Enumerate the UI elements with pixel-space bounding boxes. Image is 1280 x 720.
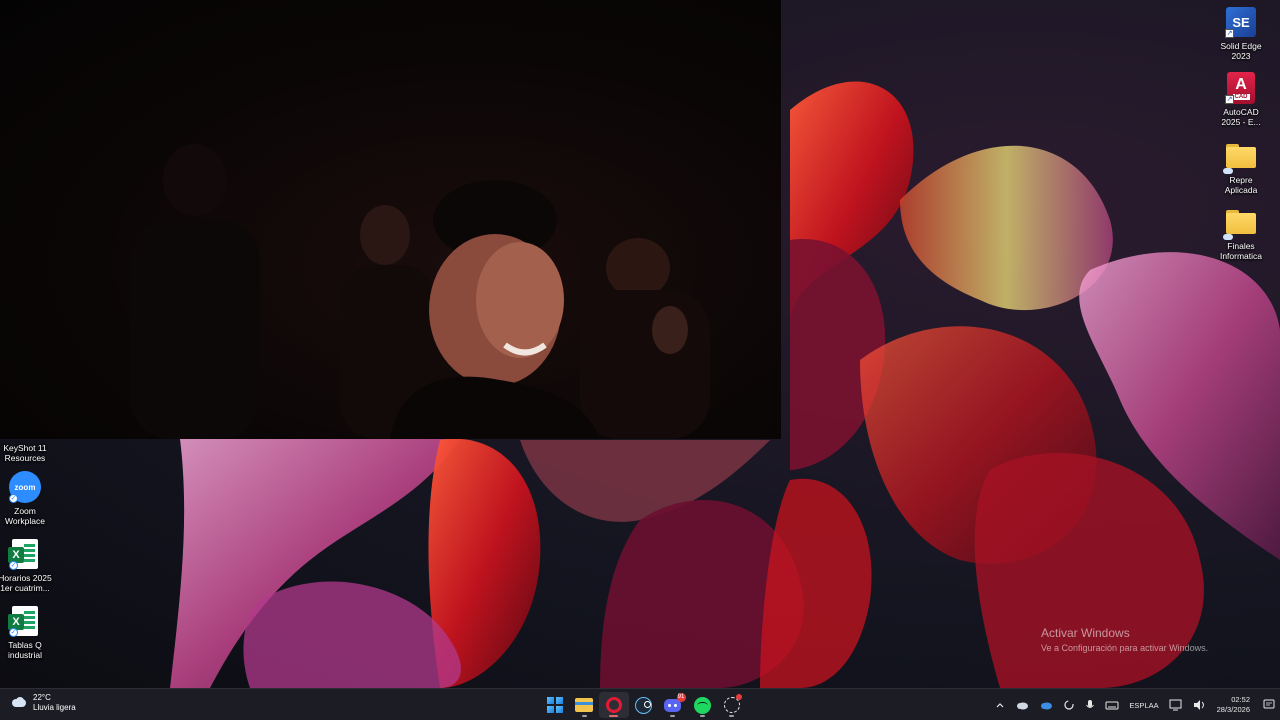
shortcut-arrow-icon: ↗ bbox=[1225, 29, 1234, 38]
webcam-scene bbox=[130, 144, 710, 439]
folder-icon bbox=[1223, 140, 1257, 174]
excel-icon: X ✓ bbox=[8, 605, 41, 637]
sync-icon bbox=[1064, 700, 1075, 710]
chevron-up-icon bbox=[996, 703, 1004, 708]
tray-microphone[interactable] bbox=[1080, 689, 1100, 720]
file-explorer-icon bbox=[575, 698, 594, 712]
tray-sync[interactable] bbox=[1058, 689, 1080, 720]
shortcut-arrow-icon: ↗ bbox=[1225, 95, 1234, 104]
desktop-icon-finales-informatica[interactable]: Finales Informatica bbox=[1210, 206, 1272, 261]
weather-widget[interactable]: 22°C Lluvia ligera bbox=[10, 693, 76, 713]
volume-icon bbox=[1193, 700, 1204, 710]
desktop-icon-label: KeyShot 11 Resources bbox=[3, 443, 47, 463]
activate-windows-watermark: Activar Windows Ve a Configuración para … bbox=[1041, 626, 1208, 653]
taskbar-opera[interactable] bbox=[599, 692, 629, 718]
tray-network[interactable] bbox=[1164, 689, 1188, 720]
weather-description: Lluvia ligera bbox=[33, 703, 76, 712]
clock-time: 02:52 bbox=[1231, 695, 1250, 704]
cloud-icon bbox=[1041, 702, 1053, 710]
taskbar-spotify[interactable] bbox=[688, 692, 718, 718]
excel-icon: X ✓ bbox=[8, 538, 41, 570]
webcam-video-overlay bbox=[0, 0, 781, 439]
taskbar-file-explorer[interactable] bbox=[570, 692, 600, 718]
notification-dot bbox=[735, 694, 742, 700]
clock-date: 28/3/2026 bbox=[1216, 705, 1250, 714]
solid-edge-icon: SE ↗ bbox=[1225, 6, 1257, 38]
desktop-icon-repre-aplicada[interactable]: Repre Aplicada bbox=[1210, 140, 1272, 195]
desktop-icon-horarios[interactable]: X ✓ Horarios 2025 1er cuatrim... bbox=[0, 538, 56, 593]
activate-windows-subtitle: Ve a Configuración para activar Windows. bbox=[1041, 643, 1209, 653]
start-button[interactable] bbox=[540, 692, 570, 718]
system-tray: ESP LAA 02:52 28/3/2026 bbox=[990, 689, 1280, 720]
network-icon bbox=[1169, 699, 1182, 711]
taskbar: 22°C Lluvia ligera 91 ESP LAA 02:52 28/3… bbox=[0, 688, 1280, 720]
desktop-icon-label: Finales Informatica bbox=[1219, 241, 1263, 261]
desktop-icon-autocad[interactable]: A CAD ↗ AutoCAD 2025 - E... bbox=[1210, 72, 1272, 127]
check-icon: ✓ bbox=[9, 494, 18, 503]
check-icon: ✓ bbox=[9, 561, 18, 570]
microphone-icon bbox=[1086, 700, 1095, 708]
taskbar-apps: 91 bbox=[540, 692, 747, 718]
keyboard-icon bbox=[1105, 701, 1119, 710]
opera-icon bbox=[605, 697, 622, 713]
cloud-sync-icon bbox=[1223, 234, 1233, 240]
tray-volume[interactable] bbox=[1188, 689, 1212, 720]
autocad-icon: A CAD ↗ bbox=[1225, 72, 1257, 104]
windows-start-icon bbox=[546, 697, 563, 713]
activate-windows-title: Activar Windows bbox=[1041, 626, 1130, 640]
cloud-sync-icon bbox=[1223, 168, 1233, 174]
desktop-icon-label: Solid Edge 2023 bbox=[1220, 41, 1262, 61]
clock[interactable]: 02:52 28/3/2026 bbox=[1212, 689, 1258, 720]
show-hidden-icons-button[interactable] bbox=[990, 689, 1010, 720]
tray-onedrive[interactable] bbox=[1010, 689, 1034, 720]
desktop-icon-label: Repre Aplicada bbox=[1224, 175, 1258, 195]
taskbar-steam[interactable] bbox=[629, 692, 659, 718]
notification-bell-icon bbox=[1263, 699, 1275, 709]
taskbar-chatgpt[interactable] bbox=[717, 692, 747, 718]
desktop-icon-label: Horarios 2025 1er cuatrim... bbox=[0, 573, 52, 593]
desktop-icon-label: Zoom Workplace bbox=[5, 506, 45, 526]
steam-icon bbox=[634, 696, 652, 714]
cloud-rain-icon bbox=[10, 697, 28, 709]
desktop-icon-solid-edge[interactable]: SE ↗ Solid Edge 2023 bbox=[1210, 6, 1272, 61]
language-indicator[interactable]: ESP LAA bbox=[1124, 689, 1163, 720]
desktop-icon-label: Tablas Q industrial bbox=[7, 640, 43, 660]
tray-keyboard[interactable] bbox=[1100, 689, 1124, 720]
desktop-icon-label: AutoCAD 2025 - E... bbox=[1221, 107, 1261, 127]
tray-cloud[interactable] bbox=[1034, 689, 1058, 720]
desktop-icon-tablas-q[interactable]: X ✓ Tablas Q industrial bbox=[0, 605, 56, 660]
folder-icon bbox=[1223, 206, 1257, 240]
desktop-icon-zoom[interactable]: zoom ✓ Zoom Workplace bbox=[0, 471, 56, 526]
check-icon: ✓ bbox=[9, 628, 18, 637]
taskbar-discord[interactable]: 91 bbox=[658, 692, 688, 718]
onedrive-icon bbox=[1017, 702, 1029, 710]
weather-temperature: 22°C bbox=[33, 693, 51, 702]
notifications-button[interactable] bbox=[1258, 689, 1280, 720]
spotify-icon bbox=[693, 696, 711, 714]
notification-badge: 91 bbox=[676, 693, 686, 702]
zoom-icon: zoom ✓ bbox=[9, 471, 41, 503]
desktop-icon-keyshot-resources[interactable]: KeyShot 11 Resources bbox=[0, 440, 56, 463]
